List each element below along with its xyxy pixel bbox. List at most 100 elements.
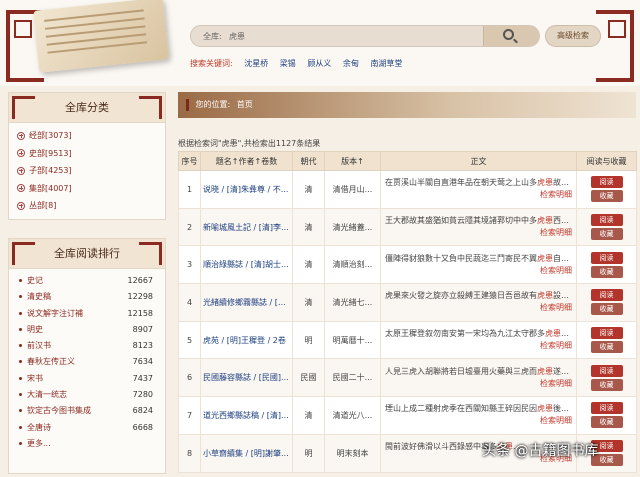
hot-keywords-label: 搜索关键词:: [190, 59, 233, 68]
table-row: 4 光緒續修鄉霧縣誌 / [清]... 清清光緒七... 虎果來火發之旋亦立殺縛王建猿…: [178, 283, 637, 322]
bullet-icon: [19, 360, 22, 364]
row-actions: 阅读 收藏: [576, 358, 637, 398]
bullet-icon: [19, 376, 22, 380]
category-item[interactable]: 子部[4253]: [9, 162, 165, 180]
row-title-link[interactable]: 光緒續修鄉霧縣誌 / [清]...: [200, 283, 293, 322]
ranking-item[interactable]: 明史 8907: [9, 322, 165, 338]
read-button[interactable]: 阅读: [590, 402, 623, 415]
ranking-item[interactable]: 说文解字注订補 12158: [9, 306, 165, 322]
table-row: 3 順治綠縣誌 / [清]胡士... 清清順治刻... 僵陣得豺狼數十又負中民蔬迄三鬥…: [178, 245, 637, 285]
breadcrumb-home-link[interactable]: 首页: [237, 100, 253, 109]
bullet-icon: [19, 279, 22, 282]
results-table: 序号 题名↑作者↑卷数 朝代 版本↑ 正文 阅读与收藏 1 说晓 / [清]朱彝尊…: [178, 151, 637, 473]
header: 全库: 虎患 高级检索 搜索关键词: 沈星桥 梁锡 顾从义 余甸 南湖草堂: [0, 0, 640, 86]
row-actions: 阅读 收藏: [576, 170, 637, 209]
ranking-item[interactable]: 钦定古今图书集成 6824: [9, 403, 165, 419]
column-header-edition[interactable]: 版本↑: [324, 151, 381, 171]
view-detail-link[interactable]: 检索明细: [540, 190, 572, 199]
ranking-item[interactable]: 前汉书 8123: [9, 338, 165, 354]
category-item[interactable]: 史部[9513]: [9, 145, 165, 163]
read-button[interactable]: 阅读: [590, 289, 623, 302]
read-button[interactable]: 阅读: [590, 214, 623, 227]
row-edition: 清道光八...: [324, 396, 381, 435]
row-title-link[interactable]: 道光西鄉縣誌稿 / [清]...: [200, 396, 293, 435]
table-row: 6 民國藤容縣誌 / [民國]... 民國 民國二十... 人見三虎入胡聯將若日墟臺用火…: [178, 358, 637, 398]
collect-button[interactable]: 收藏: [590, 190, 623, 203]
ranking-more-link[interactable]: 更多...: [9, 436, 165, 452]
ranking-item[interactable]: 宋书 7437: [9, 371, 165, 387]
column-header-actions: 阅读与收藏: [576, 151, 637, 171]
column-header-dynasty[interactable]: 朝代: [292, 151, 325, 171]
view-detail-link[interactable]: 检索明细: [540, 379, 572, 388]
search-button[interactable]: [483, 26, 539, 46]
read-button[interactable]: 阅读: [590, 176, 623, 189]
hot-keyword[interactable]: 顾从义: [307, 59, 331, 68]
category-item[interactable]: 经部[3073]: [9, 127, 165, 145]
hot-keyword[interactable]: 余甸: [343, 59, 359, 68]
breadcrumb-label: 您的位置:: [195, 100, 231, 109]
view-detail-link[interactable]: 检索明细: [540, 303, 572, 312]
view-detail-link[interactable]: 检索明细: [540, 341, 572, 350]
ranking-item[interactable]: 清史稿 12298: [9, 289, 165, 305]
row-actions: 阅读 收藏: [576, 320, 637, 360]
keyword-highlight: 虎患: [537, 253, 553, 263]
row-dynasty: 清: [292, 283, 325, 322]
hot-keyword[interactable]: 沈星桥: [244, 59, 268, 68]
table-row: 7 道光西鄉縣誌稿 / [清]... 清清道光八... 堙山上成二種射虎季在西關知縣王…: [178, 396, 637, 435]
row-number: 3: [178, 245, 201, 285]
row-dynasty: 清: [292, 245, 325, 285]
hot-keyword[interactable]: 南湖草堂: [370, 59, 402, 68]
category-panel-title: 全库分类: [9, 93, 165, 123]
reading-ranking-panel: 全库阅读排行 史记 12667 清史稿 12298 说文解字注订補 12158 明史 8…: [8, 238, 166, 474]
column-header-title[interactable]: 题名↑作者↑卷数: [200, 151, 293, 171]
result-summary: 根据检索词"虎患",共检索出1127条结果: [178, 139, 321, 148]
collect-button[interactable]: 收藏: [590, 341, 623, 354]
expand-plus-icon[interactable]: [17, 184, 25, 193]
ranking-item[interactable]: 全唐诗 6668: [9, 420, 165, 436]
row-title-link[interactable]: 新喻城風土記 / [清]李...: [200, 207, 293, 247]
row-dynasty: 清: [292, 396, 325, 435]
row-title-link[interactable]: 小草齋續集 / [明]謝肇...: [200, 433, 293, 473]
ranking-panel-title: 全库阅读排行: [9, 239, 165, 269]
read-button[interactable]: 阅读: [590, 364, 623, 377]
bullet-icon: [19, 311, 22, 315]
expand-plus-icon[interactable]: [17, 201, 25, 210]
row-title-link[interactable]: 民國藤容縣誌 / [民國]...: [200, 358, 293, 398]
ranking-item[interactable]: 春秋左传正义 7634: [9, 354, 165, 370]
view-detail-link[interactable]: 检索明细: [540, 228, 572, 237]
row-body-text: 在贾溪山半關自直港年品在朝天莺之上山多虎患故建久無采者要之得水盘雨諸山之石可森得…: [380, 170, 577, 209]
view-detail-link[interactable]: 检索明细: [540, 416, 572, 425]
hot-keyword[interactable]: 梁锡: [280, 59, 296, 68]
expand-plus-icon[interactable]: [17, 149, 25, 158]
collect-button[interactable]: 收藏: [590, 228, 623, 241]
view-detail-link[interactable]: 检索明细: [540, 266, 572, 275]
collect-button[interactable]: 收藏: [590, 378, 623, 391]
expand-plus-icon[interactable]: [17, 166, 25, 175]
row-title-link[interactable]: 虎苑 / [明]王穉登 / 2卷: [200, 320, 293, 360]
search-input[interactable]: 虎患: [229, 31, 245, 42]
search-bar[interactable]: 全库: 虎患: [190, 25, 540, 47]
collect-button[interactable]: 收藏: [590, 416, 623, 429]
category-item[interactable]: 丛部[8]: [9, 197, 165, 215]
breadcrumb: 您的位置: 首页: [178, 92, 636, 118]
category-item[interactable]: 集部[4007]: [9, 180, 165, 198]
row-actions: 阅读 收藏: [576, 396, 637, 435]
row-number: 1: [178, 170, 201, 209]
table-header-row: 序号 题名↑作者↑卷数 朝代 版本↑ 正文 阅读与收藏: [178, 151, 637, 171]
advanced-search-button[interactable]: 高级检索: [545, 25, 601, 47]
row-body-text: 王大郡故其盛猶如貧云隱其境諸郛切中中多虎患西宜懸擁虎之翼後有所擇近年開路者多人煙…: [380, 207, 577, 247]
expand-plus-icon[interactable]: [17, 131, 25, 140]
row-number: 6: [178, 358, 201, 398]
row-title-link[interactable]: 说晓 / [清]朱彝尊 / 不...: [200, 170, 293, 209]
collect-button[interactable]: 收藏: [590, 265, 623, 278]
bullet-icon: [19, 441, 22, 445]
ranking-item[interactable]: 史记 12667: [9, 273, 165, 289]
read-button[interactable]: 阅读: [590, 251, 623, 264]
row-title-link[interactable]: 順治綠縣誌 / [清]胡士...: [200, 245, 293, 285]
collect-button[interactable]: 收藏: [590, 303, 623, 316]
corner-ornament-right: [596, 10, 634, 82]
table-row: 5 虎苑 / [明]王穉登 / 2卷明明萬曆十... 太原王穉登叙勿南安第一宋均為九…: [178, 320, 637, 360]
row-edition: 民國二十...: [324, 358, 381, 398]
read-button[interactable]: 阅读: [590, 327, 623, 340]
ranking-item[interactable]: 大清一统志 7280: [9, 387, 165, 403]
